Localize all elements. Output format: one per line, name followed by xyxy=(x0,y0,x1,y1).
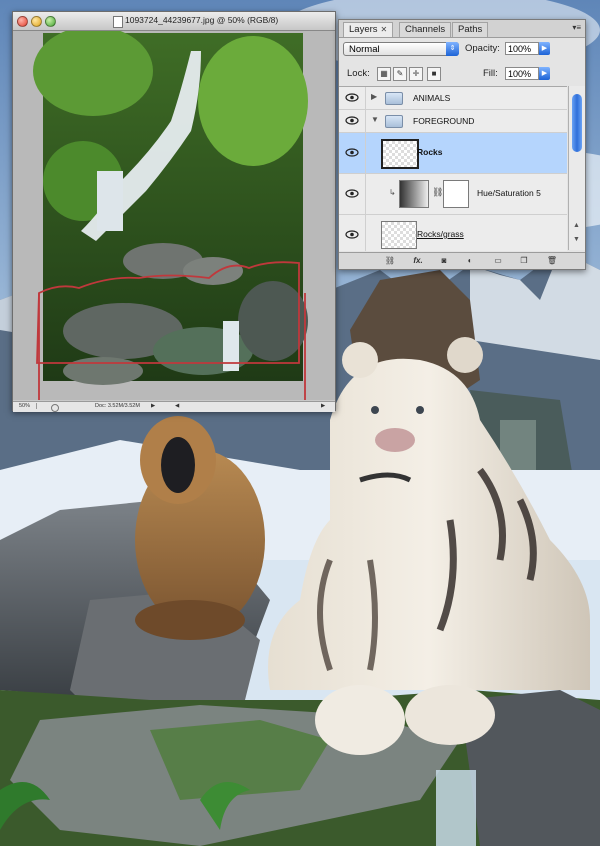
layer-name: Rocks xyxy=(417,147,443,157)
visibility-eye-icon[interactable] xyxy=(345,148,359,157)
folder-icon xyxy=(385,115,403,128)
trash-icon[interactable]: 🗑 xyxy=(545,255,559,266)
adjustment-layer-icon[interactable]: ◐ xyxy=(463,255,477,266)
tab-paths-label: Paths xyxy=(458,24,483,35)
layer-row-foreground[interactable]: ▼ FOREGROUND xyxy=(339,110,567,133)
blend-mode-stepper-icon[interactable]: ⇕ xyxy=(446,42,459,56)
collapse-triangle-icon[interactable]: ▼ xyxy=(371,115,379,124)
folder-icon xyxy=(385,92,403,105)
scroll-right-icon[interactable]: ▶ xyxy=(321,403,325,409)
waterfall-photo xyxy=(33,31,308,400)
layers-bottom-toolbar: ⛓ fx. ◙ ◐ ▭ ❐ 🗑 xyxy=(339,252,585,269)
zoom-level[interactable]: 50% xyxy=(19,403,38,409)
minimize-window-button[interactable] xyxy=(31,16,42,27)
add-mask-icon[interactable]: ◙ xyxy=(437,255,451,266)
link-chain-icon[interactable]: ⛓ xyxy=(432,187,443,198)
layer-row-rocks[interactable]: Rocks xyxy=(339,133,567,174)
document-file-icon xyxy=(113,16,123,28)
fill-field[interactable]: 100% xyxy=(505,67,539,80)
tab-channels[interactable]: Channels xyxy=(399,22,452,37)
tab-layers[interactable]: Layers ✕ xyxy=(343,22,394,37)
layer-row-rocks-grass[interactable]: Rocks/grass xyxy=(339,215,567,251)
layer-name: Hue/Saturation 5 xyxy=(477,188,541,198)
lock-transparency-icon[interactable]: ▦ xyxy=(377,67,391,81)
document-size: Doc: 3.52M/3.52M xyxy=(95,403,140,409)
visibility-eye-icon[interactable] xyxy=(345,93,359,102)
visibility-eye-icon[interactable] xyxy=(345,189,359,198)
scroll-up-icon[interactable]: ▲ xyxy=(573,222,580,229)
layer-row-hue-saturation[interactable]: ↳ ⛓ Hue/Saturation 5 xyxy=(339,174,567,215)
document-titlebar[interactable]: 1093724_44239677.jpg @ 50% (RGB/8) xyxy=(13,12,335,31)
layers-list: ▶ ANIMALS ▼ FOREGROUND Rocks ↳ ⛓ Hue/Sat… xyxy=(339,86,567,251)
scrollbar-thumb[interactable] xyxy=(572,94,582,152)
mask-thumbnail[interactable] xyxy=(443,180,469,208)
new-group-folder-icon[interactable]: ▭ xyxy=(491,255,505,266)
opacity-label: Opacity: xyxy=(465,43,500,54)
layer-row-animals[interactable]: ▶ ANIMALS xyxy=(339,87,567,110)
status-menu-arrow-icon[interactable]: ▶ xyxy=(151,403,155,409)
panel-menu-icon[interactable]: ▾≡ xyxy=(572,23,581,32)
blend-mode-value: Normal xyxy=(349,44,380,55)
opacity-field[interactable]: 100% xyxy=(505,42,539,55)
lock-all-icon[interactable]: ■ xyxy=(427,67,441,81)
document-canvas[interactable] xyxy=(13,31,335,400)
fill-slider-arrow-icon[interactable]: ▶ xyxy=(539,67,550,80)
clipping-arrow-icon: ↳ xyxy=(389,188,396,197)
document-status-bar: 50% Doc: 3.52M/3.52M ▶ ◀ ▶ xyxy=(13,401,335,412)
lock-image-icon[interactable]: ✎ xyxy=(393,67,407,81)
close-tab-icon[interactable]: ✕ xyxy=(381,25,388,34)
tab-layers-label: Layers xyxy=(349,24,378,35)
status-info-icon[interactable] xyxy=(51,404,59,412)
zoom-window-button[interactable] xyxy=(45,16,56,27)
layer-thumbnail[interactable] xyxy=(381,139,419,169)
new-layer-icon[interactable]: ❐ xyxy=(517,255,531,266)
layer-name: ANIMALS xyxy=(413,93,451,103)
link-layers-icon[interactable]: ⛓ xyxy=(383,255,397,266)
scroll-left-icon[interactable]: ◀ xyxy=(175,403,179,409)
document-title: 1093724_44239677.jpg @ 50% (RGB/8) xyxy=(125,15,279,25)
lock-label: Lock: xyxy=(347,68,370,79)
lock-position-icon[interactable]: ✛ xyxy=(409,67,423,81)
visibility-eye-icon[interactable] xyxy=(345,230,359,239)
fx-icon[interactable]: fx. xyxy=(411,255,425,266)
layer-name: Rocks/grass xyxy=(417,229,464,239)
opacity-slider-arrow-icon[interactable]: ▶ xyxy=(539,42,550,55)
document-window[interactable]: 1093724_44239677.jpg @ 50% (RGB/8) 50% D… xyxy=(12,11,336,412)
layers-panel[interactable]: Layers ✕ Channels Paths ▾≡ Normal ⇕ Opaci… xyxy=(338,19,586,270)
tab-paths[interactable]: Paths xyxy=(452,22,489,37)
scroll-down-icon[interactable]: ▼ xyxy=(573,236,580,243)
visibility-eye-icon[interactable] xyxy=(345,116,359,125)
close-window-button[interactable] xyxy=(17,16,28,27)
layer-thumbnail[interactable] xyxy=(381,221,417,249)
fill-label: Fill: xyxy=(483,68,498,79)
layers-scrollbar[interactable]: ▲ ▼ xyxy=(568,86,585,250)
expand-triangle-icon[interactable]: ▶ xyxy=(371,92,377,101)
panel-tabs: Layers ✕ Channels Paths ▾≡ xyxy=(339,20,585,38)
layer-name: FOREGROUND xyxy=(413,116,475,126)
blend-mode-select[interactable]: Normal ⇕ xyxy=(343,42,459,56)
tab-channels-label: Channels xyxy=(405,24,446,35)
adjustment-thumbnail-icon[interactable] xyxy=(399,180,429,208)
